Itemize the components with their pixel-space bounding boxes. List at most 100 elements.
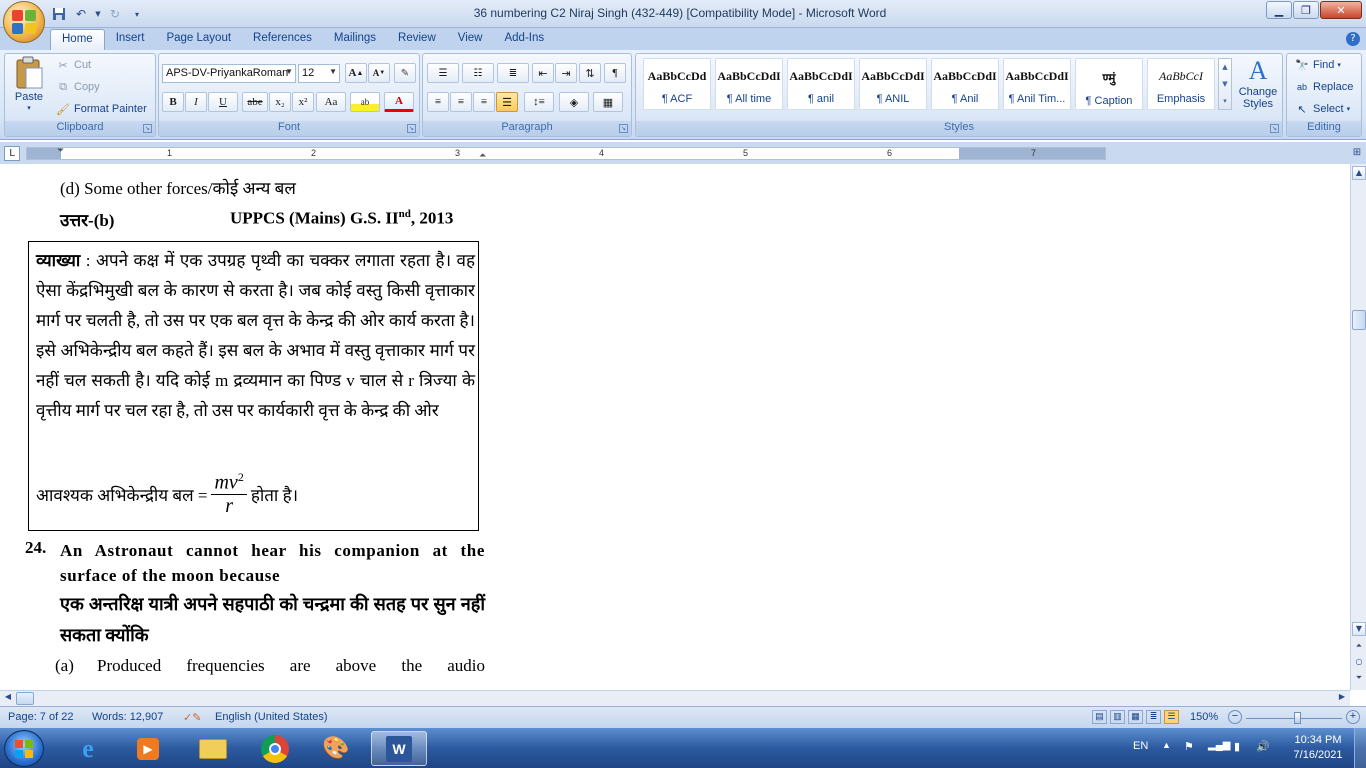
numbering-button[interactable]: ☷ [462,63,494,83]
change-styles-button[interactable]: A Change Styles [1236,56,1280,110]
media-player-taskbar[interactable]: ▶ [120,731,176,766]
superscript-button[interactable]: x² [292,92,314,112]
flag-icon[interactable]: ⚑ [1184,740,1194,753]
strikethrough-button[interactable]: abe [242,92,268,112]
close-button[interactable]: ✕ [1320,1,1362,19]
select-button[interactable]: ↖ Select ▾ [1294,101,1350,117]
show-hidden-icons-icon[interactable]: ▲ [1162,740,1171,750]
file-explorer-taskbar[interactable] [185,731,241,766]
font-family-select[interactable]: APS-DV-PriyankaRoman ▼ [162,64,296,83]
undo-icon[interactable]: ↶ [72,5,90,23]
align-right-button[interactable]: ≡ [473,92,495,112]
subscript-button[interactable]: x₂ [269,92,291,112]
style-acf[interactable]: AaBbCcDd ¶ ACF [643,58,711,110]
change-case-button[interactable]: Aa [316,92,346,112]
align-center-button[interactable]: ≡ [450,92,472,112]
styles-launcher-icon[interactable]: ↘ [1270,124,1279,133]
battery-icon[interactable]: ▮ [1234,740,1240,753]
format-painter-button[interactable]: 🖌 Format Painter [55,101,147,117]
network-signal-icon[interactable]: ▂▄▆ [1208,740,1230,751]
scroll-up-arrow[interactable]: ▲ [1352,166,1366,180]
redo-icon[interactable]: ↻ [106,5,124,23]
shading-button[interactable]: ◈ [559,92,589,112]
bold-button[interactable]: B [162,92,184,112]
word-taskbar[interactable]: W [371,731,427,766]
office-button[interactable] [3,1,45,43]
minimize-button[interactable]: ▁ [1266,1,1292,19]
zoom-in-icon[interactable]: + [1346,710,1360,724]
previous-page-icon[interactable]: ⏶ [1352,640,1366,654]
help-icon[interactable]: ? [1346,32,1360,46]
style-emphasis[interactable]: AaBbCcI Emphasis [1147,58,1215,110]
borders-button[interactable]: ▦ [593,92,623,112]
zoom-out-icon[interactable]: − [1228,710,1242,724]
maximize-button[interactable]: ❐ [1293,1,1319,19]
paragraph-launcher-icon[interactable]: ↘ [619,124,628,133]
scroll-thumb[interactable] [1352,310,1366,330]
styles-gallery-scroll[interactable]: ▲ ▼ ▾ [1218,58,1232,110]
align-left-button[interactable]: ≡ [427,92,449,112]
horizontal-scroll-thumb[interactable] [16,692,34,705]
start-button[interactable] [4,730,44,767]
browse-object-icon[interactable]: ○ [1352,656,1366,670]
save-icon[interactable] [50,5,68,23]
page-count[interactable]: Page: 7 of 22 [8,711,73,723]
style-all-time[interactable]: AaBbCcDdI ¶ All time [715,58,783,110]
line-spacing-button[interactable]: ↕≡ [524,92,554,112]
copy-button[interactable]: ⧉ Copy [55,79,100,95]
cut-button[interactable]: ✂ Cut [55,57,91,73]
language-indicator[interactable]: EN [1133,740,1148,752]
print-layout-icon[interactable]: ▤ [1092,710,1107,724]
sort-button[interactable]: ⇅ [579,63,601,83]
scroll-left-arrow[interactable]: ◀ [2,692,14,705]
justify-button[interactable]: ☰ [496,92,518,112]
draft-icon[interactable]: ☰ [1164,710,1179,724]
style-anil-lower[interactable]: AaBbCcDdI ¶ anil [787,58,855,110]
horizontal-ruler[interactable]: 1 2 3 4 5 6 7 ⏷ ⏶ [26,146,1106,161]
style-caption[interactable]: ण्मुं ¶ Caption [1075,58,1143,110]
paint-taskbar[interactable]: 🎨 [308,731,364,766]
zoom-slider-thumb[interactable] [1294,712,1301,724]
word-count[interactable]: Words: 12,907 [92,711,163,723]
style-anil-upper[interactable]: AaBbCcDdI ¶ ANIL [859,58,927,110]
full-screen-reading-icon[interactable]: ▥ [1110,710,1125,724]
first-line-indent-marker[interactable]: ⏷ [57,146,64,156]
multilevel-list-button[interactable]: ≣ [497,63,529,83]
font-size-select[interactable]: 12 ▼ [298,64,340,83]
document-area[interactable]: (d) Some other forces/कोई अन्य बल उत्तर-… [0,164,1350,690]
clock[interactable]: 10:34 PM 7/16/2021 [1290,734,1346,761]
italic-button[interactable]: I [185,92,207,112]
scroll-right-arrow[interactable]: ▶ [1336,692,1348,705]
decrease-indent-button[interactable]: ⇤ [532,63,554,83]
tab-home[interactable]: Home [50,29,105,50]
horizontal-scrollbar[interactable]: ◀ ▶ [0,690,1350,706]
tab-page-layout[interactable]: Page Layout [155,29,242,50]
increase-indent-button[interactable]: ⇥ [555,63,577,83]
paste-button[interactable]: Paste ▾ [10,56,48,112]
scroll-down-arrow[interactable]: ▼ [1352,622,1366,636]
bullets-button[interactable]: ☰ [427,63,459,83]
find-button[interactable]: 🔭 Find ▾ [1294,57,1341,73]
zoom-level[interactable]: 150% [1190,711,1218,723]
customize-qat-icon[interactable]: ▾ [128,5,146,23]
clear-formatting-button[interactable]: ✎ [394,63,416,83]
font-color-button[interactable]: A [384,92,414,112]
shrink-font-button[interactable]: A ▼ [368,63,390,83]
view-ruler-icon[interactable]: ⊞ [1350,147,1364,161]
underline-button[interactable]: U [208,92,238,112]
tab-add-ins[interactable]: Add-Ins [493,29,555,50]
vertical-scrollbar[interactable]: ▲ ▼ ⏶ ○ ⏷ [1350,164,1366,690]
outline-icon[interactable]: ≣ [1146,710,1161,724]
chrome-taskbar[interactable] [247,731,303,766]
style-anil-times[interactable]: AaBbCcDdI ¶ Anil Tim... [1003,58,1071,110]
replace-button[interactable]: ab Replace [1294,79,1353,95]
tab-view[interactable]: View [447,29,494,50]
next-page-icon[interactable]: ⏷ [1352,672,1366,686]
language[interactable]: English (United States) [215,711,328,723]
tab-insert[interactable]: Insert [105,29,156,50]
highlight-button[interactable]: ab [350,92,380,112]
grow-font-button[interactable]: A ▲ [345,63,367,83]
show-desktop-button[interactable] [1354,728,1366,768]
tab-references[interactable]: References [242,29,323,50]
volume-icon[interactable]: 🔊 [1256,740,1270,753]
